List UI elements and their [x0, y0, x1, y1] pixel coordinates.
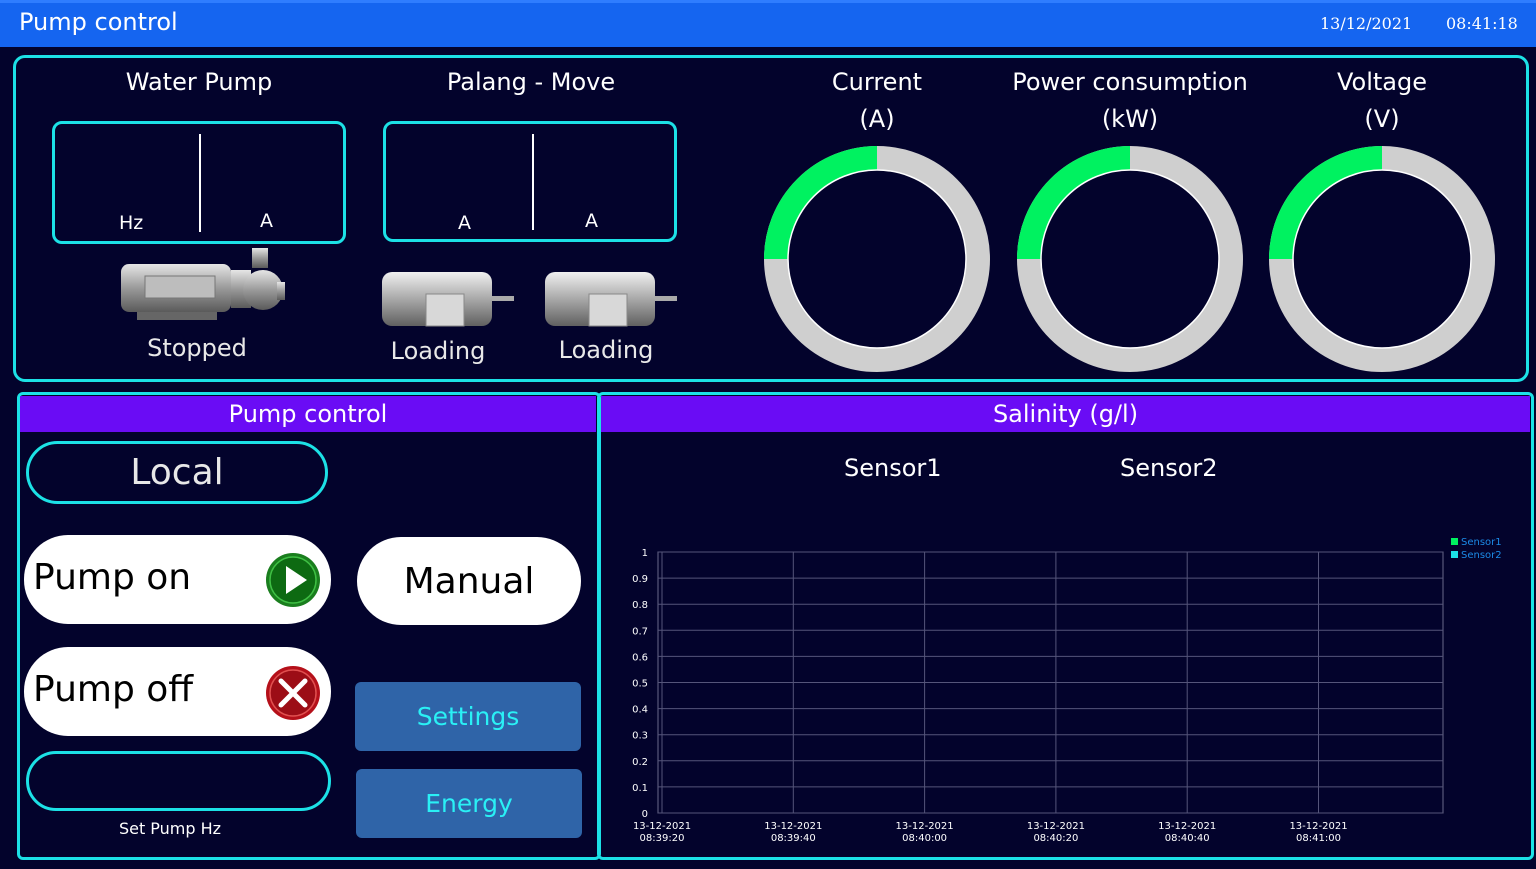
x-tick-time: 08:41:00: [1296, 833, 1341, 844]
y-tick-label: 0.4: [632, 705, 648, 716]
palang-amp-right-unit: A: [585, 210, 598, 232]
y-tick-label: 0: [642, 809, 648, 820]
app-title: Pump control: [19, 8, 178, 36]
x-tick-date: 13-12-2021: [1158, 821, 1216, 832]
voltage-gauge-title: Voltage (V): [1282, 64, 1482, 138]
power-title: Power consumption: [1012, 68, 1248, 96]
time-display: 08:41:18: [1446, 14, 1518, 33]
energy-button[interactable]: Energy: [356, 769, 582, 838]
manual-label: Manual: [403, 560, 535, 602]
y-tick-label: 0.6: [632, 652, 648, 663]
y-tick-label: 0.1: [632, 783, 648, 794]
palang-left-status: Loading: [390, 337, 486, 365]
manual-button[interactable]: Manual: [357, 537, 581, 625]
x-tick-time: 08:40:40: [1165, 833, 1210, 844]
x-tick-date: 13-12-2021: [633, 821, 691, 832]
current-gauge-title: Current (A): [777, 64, 977, 138]
readout-divider: [199, 134, 201, 232]
current-title: Current: [831, 68, 923, 96]
pump-off-button[interactable]: Pump off: [24, 647, 331, 736]
palang-readout: A A: [383, 121, 677, 242]
y-tick-label: 0.2: [632, 757, 648, 768]
palang-amp-left-unit: A: [458, 212, 471, 234]
x-tick-date: 13-12-2021: [764, 821, 822, 832]
palang-motor-left-icon: [382, 272, 514, 327]
voltage-title: Voltage: [1336, 68, 1428, 96]
play-icon: [266, 553, 320, 607]
water-pump-status: Stopped: [147, 334, 247, 362]
mode-toggle[interactable]: Local: [26, 441, 328, 504]
sensor1-label: Sensor1: [844, 454, 942, 482]
voltage-gauge: [1269, 146, 1495, 372]
voltage-unit: (V): [1364, 105, 1400, 133]
legend-entry: Sensor2: [1461, 550, 1502, 561]
settings-button[interactable]: Settings: [355, 682, 581, 751]
pump-control-header: Pump control: [20, 396, 596, 432]
legend-swatch: [1451, 551, 1458, 558]
y-tick-label: 0.5: [632, 679, 648, 690]
set-pump-hz-label: Set Pump Hz: [118, 819, 222, 838]
water-pump-readout: Hz A: [52, 121, 346, 244]
y-tick-label: 0.7: [632, 626, 648, 637]
y-tick-label: 0.9: [632, 574, 648, 585]
power-gauge-title: Power consumption (kW): [1000, 64, 1260, 138]
x-tick-date: 13-12-2021: [1027, 821, 1085, 832]
amp-unit: A: [260, 210, 273, 232]
y-tick-label: 0.3: [632, 731, 648, 742]
palang-motor-right-icon: [545, 272, 677, 327]
mode-label: Local: [130, 452, 224, 493]
x-tick-time: 08:39:40: [771, 833, 816, 844]
power-unit: (kW): [1101, 105, 1159, 133]
readout-divider: [532, 134, 534, 230]
water-pump-icon: [121, 248, 285, 320]
x-tick-time: 08:40:00: [902, 833, 947, 844]
sensor2-label: Sensor2: [1120, 454, 1218, 482]
close-icon: [266, 666, 320, 720]
salinity-header: Salinity (g/l): [601, 396, 1530, 432]
x-tick-time: 08:39:20: [640, 833, 685, 844]
pump-on-button[interactable]: Pump on: [24, 535, 331, 624]
pump-on-label: Pump on: [33, 557, 192, 598]
water-pump-title: Water Pump: [125, 68, 273, 96]
date-display: 13/12/2021: [1320, 14, 1413, 33]
title-bar: [0, 0, 1536, 47]
legend-entry: Sensor1: [1461, 537, 1502, 548]
palang-right-status: Loading: [558, 336, 654, 364]
x-tick-date: 13-12-2021: [1289, 821, 1347, 832]
x-tick-date: 13-12-2021: [896, 821, 954, 832]
y-tick-label: 0.8: [632, 600, 648, 611]
pump-off-label: Pump off: [33, 669, 194, 710]
hz-unit: Hz: [119, 212, 144, 234]
salinity-chart: 00.10.20.30.40.50.60.70.80.9113-12-20210…: [632, 537, 1502, 844]
x-tick-time: 08:40:20: [1033, 833, 1078, 844]
current-gauge: [764, 146, 990, 372]
legend-swatch: [1451, 538, 1458, 545]
palang-title: Palang - Move: [446, 68, 616, 96]
y-tick-label: 1: [642, 548, 648, 559]
current-unit: (A): [859, 105, 895, 133]
set-pump-hz-input[interactable]: [26, 751, 331, 811]
power-gauge: [1017, 146, 1243, 372]
